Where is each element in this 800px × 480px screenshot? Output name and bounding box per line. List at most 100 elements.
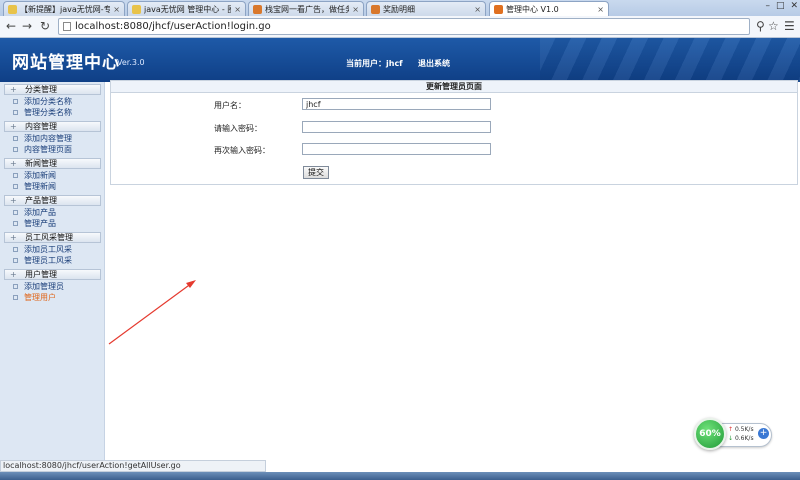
tab-close-icon[interactable]: × <box>234 5 241 14</box>
sidebar-group: + 新闻管理添加新闻管理新闻 <box>0 158 104 192</box>
update-admin-panel: 更新管理员页面 用户名： 请输入密码： 再次输入密码： 提交 <box>110 80 798 185</box>
sidebar-link-label: 管理产品 <box>24 219 56 228</box>
tab-favicon-icon <box>8 5 17 14</box>
sidebar-link[interactable]: 内容管理页面 <box>0 144 104 155</box>
sidebar-link[interactable]: 添加分类名称 <box>0 96 104 107</box>
list-bullet-icon <box>13 173 18 178</box>
sidebar-group-title: 用户管理 <box>25 270 57 279</box>
tab-close-icon[interactable]: × <box>474 5 481 14</box>
username-input[interactable] <box>302 98 491 110</box>
expand-icon: + <box>10 159 17 168</box>
menu-icon[interactable]: ☰ <box>784 19 795 33</box>
browser-tab[interactable]: 栈宝网一看广告，做任务 × <box>248 1 364 16</box>
widget-plus-icon[interactable]: + <box>758 428 769 439</box>
list-bullet-icon <box>13 136 18 141</box>
close-icon[interactable]: ✕ <box>790 1 798 11</box>
tab-title: 【新提醒】java无忧网-专 <box>20 5 111 14</box>
expand-icon: + <box>10 122 17 131</box>
sidebar-link[interactable]: 管理分类名称 <box>0 107 104 118</box>
sidebar-group-header[interactable]: + 内容管理 <box>4 121 101 132</box>
sidebar-link[interactable]: 添加员工风采 <box>0 244 104 255</box>
tab-close-icon[interactable]: × <box>597 5 604 14</box>
sidebar-group: + 用户管理添加管理员 管理用户 <box>0 269 104 303</box>
sidebar-link-label: 添加产品 <box>24 208 56 217</box>
expand-icon: + <box>10 196 17 205</box>
header-decoration <box>540 38 800 82</box>
tab-favicon-icon <box>132 5 141 14</box>
sidebar-link[interactable]: 添加产品 <box>0 207 104 218</box>
browser-tab[interactable]: 管理中心 V1.0 × <box>489 1 609 16</box>
sidebar-group-title: 产品管理 <box>25 196 57 205</box>
sidebar-link-label: 添加员工风采 <box>24 245 72 254</box>
confirm-password-label: 再次输入密码： <box>214 146 270 155</box>
browser-toolbar: ← → ↻ localhost:8080/jhcf/userAction!log… <box>0 16 800 38</box>
back-icon[interactable]: ← <box>4 19 18 33</box>
address-bar[interactable]: localhost:8080/jhcf/userAction!login.go <box>58 18 750 35</box>
tab-favicon-icon <box>494 5 503 14</box>
list-bullet-icon <box>13 258 18 263</box>
list-bullet-icon <box>13 210 18 215</box>
tab-favicon-icon <box>371 5 380 14</box>
list-bullet-icon <box>13 184 18 189</box>
page-icon <box>63 22 71 31</box>
reload-icon[interactable]: ↻ <box>38 19 52 33</box>
list-bullet-icon <box>13 221 18 226</box>
confirm-password-input[interactable] <box>302 143 491 155</box>
sidebar-link[interactable]: 添加管理员 <box>0 281 104 292</box>
submit-button[interactable]: 提交 <box>303 166 329 179</box>
logout-link[interactable]: 退出系统 <box>418 58 450 69</box>
sidebar-link-label: 管理新闻 <box>24 182 56 191</box>
sidebar-group-title: 内容管理 <box>25 122 57 131</box>
list-bullet-icon <box>13 99 18 104</box>
sidebar-group: + 分类管理 添加分类名称 管理分类名称 <box>0 84 104 118</box>
tab-close-icon[interactable]: × <box>352 5 359 14</box>
sidebar-group: + 产品管理添加产品管理产品 <box>0 195 104 229</box>
browser-tab[interactable]: 【新提醒】java无忧网-专 × <box>3 1 125 16</box>
expand-icon: + <box>10 270 17 279</box>
sidebar-group-title: 新闻管理 <box>25 159 57 168</box>
current-user-label: 当前用户： <box>346 59 386 68</box>
sidebar-link-label: 管理员工风采 <box>24 256 72 265</box>
maximize-icon[interactable]: □ <box>776 1 785 11</box>
status-bar: localhost:8080/jhcf/userAction!getAllUse… <box>0 460 266 472</box>
download-speed-value: 0.6K/s <box>734 435 754 442</box>
site-version: Ver.3.0 <box>117 58 145 67</box>
current-user: 当前用户：jhcf <box>346 58 403 69</box>
list-bullet-icon <box>13 110 18 115</box>
network-speed-widget[interactable]: 60% ↑ 0.5K/s ↓ 0.6K/s + <box>694 418 774 450</box>
download-speed: ↓ 0.6K/s <box>728 435 754 442</box>
list-bullet-icon <box>13 284 18 289</box>
bookmark-star-icon[interactable]: ☆ <box>768 19 779 33</box>
browser-tab[interactable]: 奖励明细 × <box>366 1 486 16</box>
upload-arrow-icon: ↑ <box>728 426 734 433</box>
sidebar-link-label: 添加管理员 <box>24 282 64 291</box>
sidebar-group-title: 员工风采管理 <box>25 233 73 242</box>
sidebar-group-header[interactable]: + 员工风采管理 <box>4 232 101 243</box>
sidebar-link[interactable]: 管理产品 <box>0 218 104 229</box>
sidebar-link[interactable]: 管理员工风采 <box>0 255 104 266</box>
sidebar-link[interactable]: 添加内容管理 <box>0 133 104 144</box>
sidebar-link[interactable]: 管理新闻 <box>0 181 104 192</box>
browser-tab[interactable]: java无忧网 管理中心 - 圈 × <box>127 1 246 16</box>
list-bullet-icon <box>13 147 18 152</box>
sidebar-link[interactable]: 管理用户 <box>0 292 104 303</box>
sidebar-group-header[interactable]: + 产品管理 <box>4 195 101 206</box>
sidebar-group-header[interactable]: + 用户管理 <box>4 269 101 280</box>
sidebar-link-label: 添加新闻 <box>24 171 56 180</box>
minimize-icon[interactable]: – <box>765 1 770 11</box>
sidebar-link[interactable]: 添加新闻 <box>0 170 104 181</box>
address-url: localhost:8080/jhcf/userAction!login.go <box>75 21 271 32</box>
password-label: 请输入密码： <box>214 124 262 133</box>
key-icon[interactable]: ⚲ <box>756 19 765 33</box>
tab-close-icon[interactable]: × <box>113 5 120 14</box>
sidebar-group-header[interactable]: + 新闻管理 <box>4 158 101 169</box>
sidebar-group-header[interactable]: + 分类管理 <box>4 84 101 95</box>
forward-icon[interactable]: → <box>20 19 34 33</box>
expand-icon: + <box>10 85 17 94</box>
sidebar-link-label: 管理分类名称 <box>24 108 72 117</box>
site-title: 网站管理中心 <box>12 53 120 73</box>
password-input[interactable] <box>302 121 491 133</box>
sidebar-link-label: 添加内容管理 <box>24 134 72 143</box>
sidebar: + 分类管理 添加分类名称 管理分类名称 + 内容管理 添加内容管理 内容管理页面 + 新闻管理添… <box>0 82 105 460</box>
list-bullet-icon <box>13 247 18 252</box>
